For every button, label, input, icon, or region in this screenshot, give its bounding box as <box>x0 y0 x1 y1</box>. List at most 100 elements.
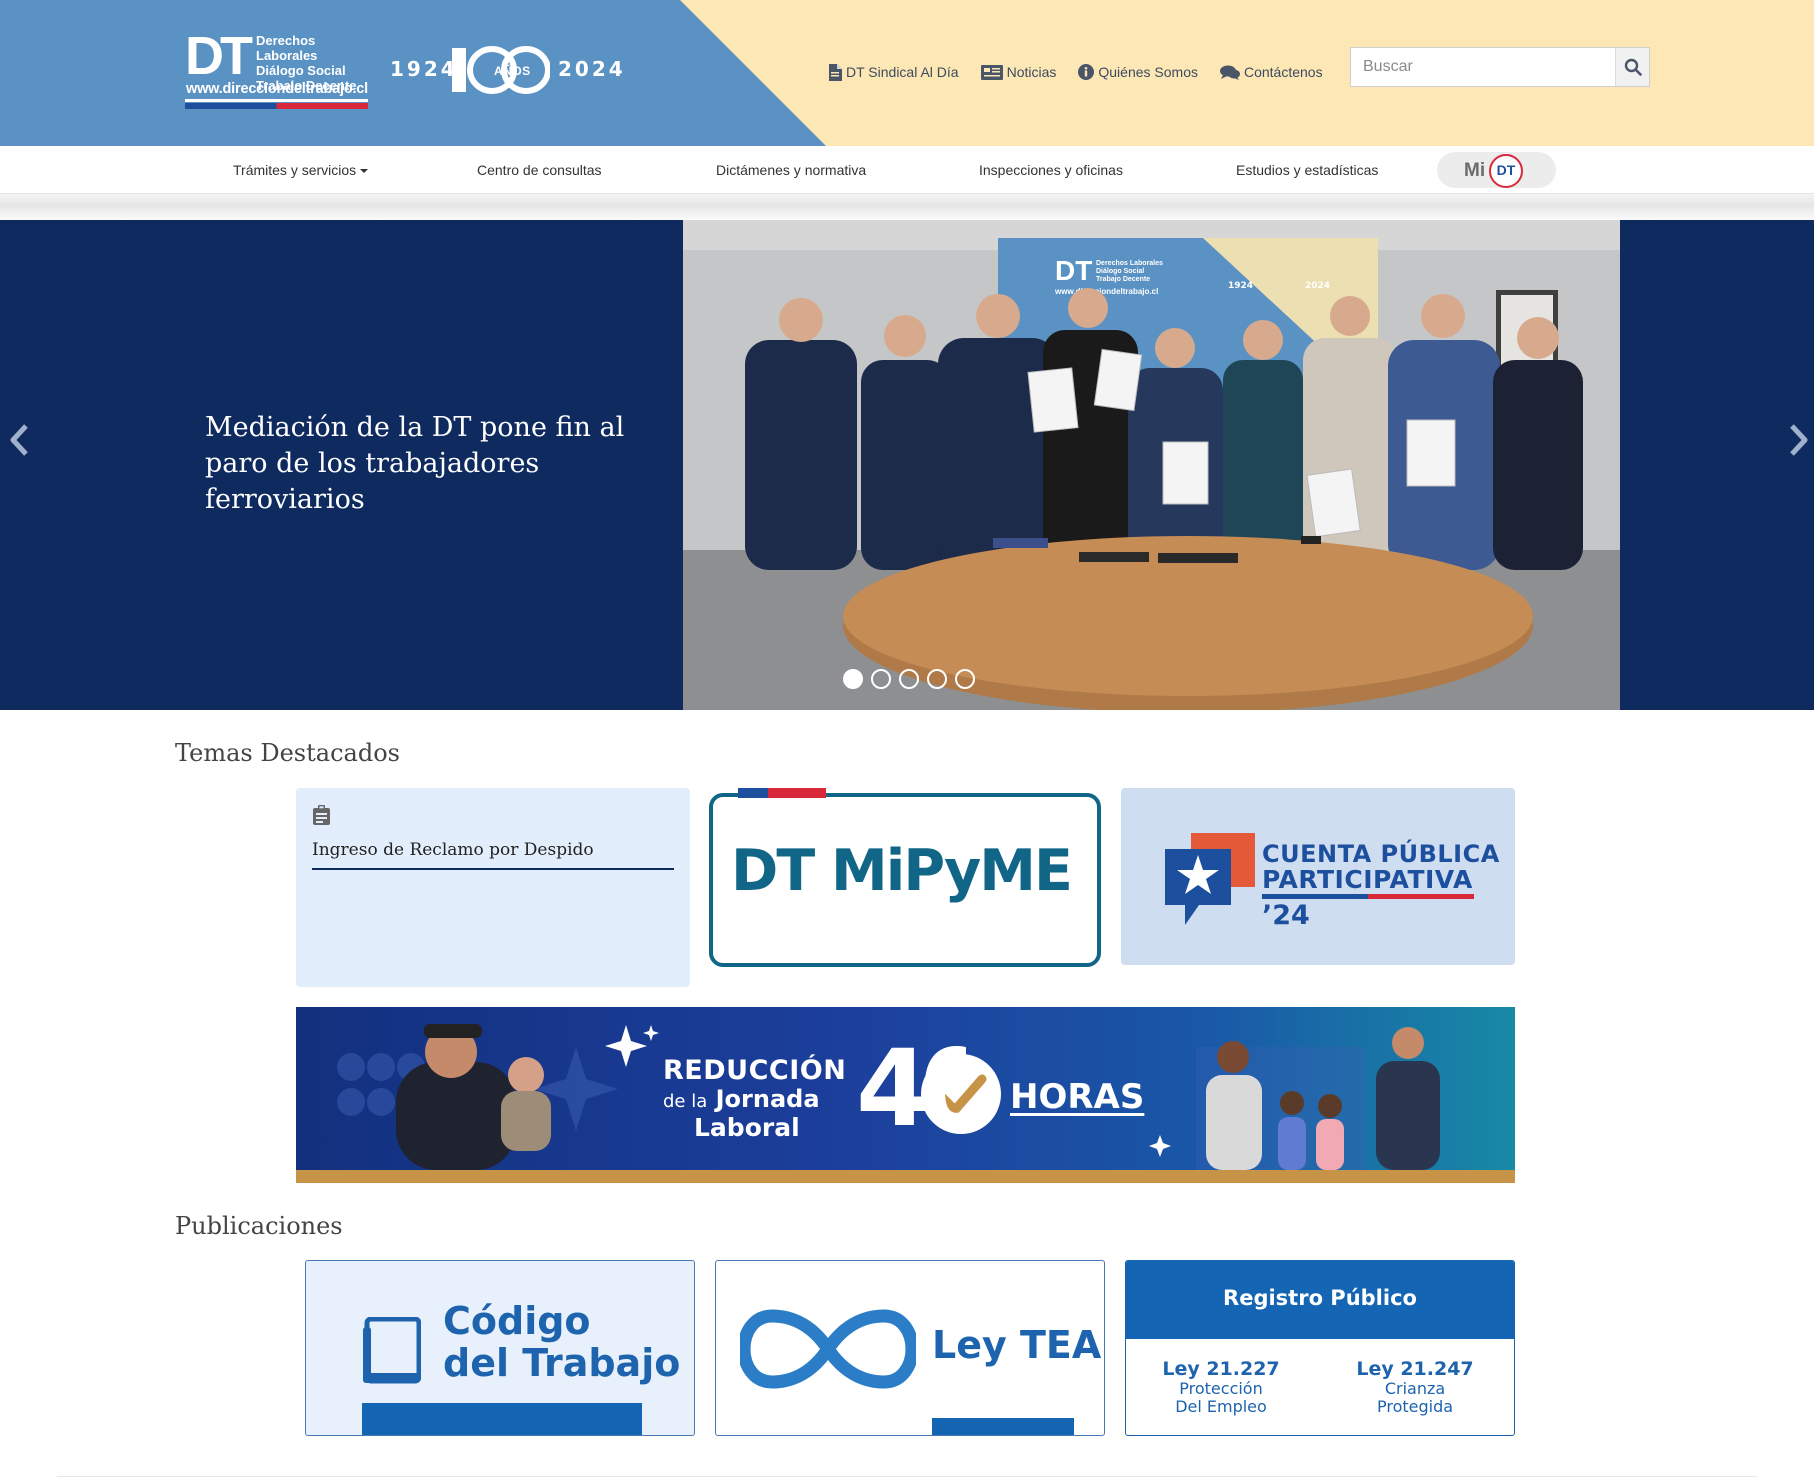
carousel-dot[interactable] <box>955 669 975 689</box>
banner-year-start: 1924 <box>1228 281 1253 291</box>
mipyme-flag-bar <box>738 788 826 798</box>
clipboard-icon <box>313 805 330 825</box>
h40-line1: REDUCCIÓN <box>663 1055 847 1086</box>
cuenta-line2: PARTICIPATIVA <box>1262 865 1473 894</box>
registro-law-number: Ley 21.247 <box>1356 1358 1474 1380</box>
nav-shadow <box>0 194 1814 220</box>
banner-url: www.direcciondeltrabajo.cl <box>1054 287 1158 296</box>
h40-number: 40 <box>856 1029 966 1173</box>
slide-photo[interactable]: DT Derechos Laborales Diálogo Social Tra… <box>683 220 1620 710</box>
card-reclamo-despido[interactable]: Ingreso de Reclamo por Despido <box>296 788 690 987</box>
cuenta-line1: CUENTA PÚBLICA <box>1262 840 1500 868</box>
search-icon <box>1624 58 1642 76</box>
banner-40-horas[interactable]: REDUCCIÓN de la Jornada Laboral 40 HORAS <box>296 1007 1515 1183</box>
link-dt-sindical-label: DT Sindical Al Día <box>846 64 959 80</box>
codigo-line1: Código <box>443 1299 591 1343</box>
book-icon <box>363 1317 421 1384</box>
cuenta-line3: ’24 <box>1262 900 1310 931</box>
carousel-prev-arrow-icon[interactable] <box>4 420 36 460</box>
site-header: DT Derechos Laborales Diálogo Social Tra… <box>0 0 1814 146</box>
tea-bar <box>932 1418 1074 1435</box>
document-icon <box>829 63 842 81</box>
logo-url: www.direcciondeltrabajo.cl <box>186 81 369 97</box>
codigo-line2: del Trabajo <box>443 1341 681 1385</box>
h40-line2-main: Jornada <box>715 1085 820 1113</box>
registro-title: Registro Público <box>1126 1261 1514 1339</box>
mi-dt-mi: Mi <box>1464 160 1486 181</box>
banner-mark: DT <box>1055 255 1092 286</box>
slide-title[interactable]: Mediación de la DT pone fin al paro de l… <box>205 410 635 518</box>
card-ley-tea[interactable]: Ley TEA <box>715 1260 1105 1436</box>
carousel-dot[interactable] <box>843 669 863 689</box>
card-dt-mipyme[interactable]: DT MiPyME <box>708 788 1102 968</box>
link-contactenos-label: Contáctenos <box>1243 64 1323 80</box>
logo-rule <box>185 99 368 102</box>
caret-down-icon <box>360 169 369 174</box>
anniversary-badge: 1924 AÑOS 2024 <box>390 44 623 96</box>
search-button[interactable] <box>1615 48 1649 86</box>
chat-icon <box>1219 65 1240 80</box>
banner-line: Derechos Laborales <box>1096 260 1163 267</box>
info-icon <box>1078 64 1095 80</box>
nav-tramites-servicios[interactable]: Trámites y servicios <box>233 146 369 194</box>
logo-flag-bar <box>185 103 368 109</box>
nav-estudios-estadisticas[interactable]: Estudios y estadísticas <box>1236 146 1378 194</box>
registro-law-desc: Protegida <box>1376 1397 1454 1416</box>
link-noticias[interactable]: Noticias <box>980 64 1056 80</box>
registro-law-item[interactable]: Ley 21.227 Protección Del Empleo <box>1126 1358 1316 1416</box>
h40-line2-small: de la <box>663 1091 708 1112</box>
nav-centro-consultas[interactable]: Centro de consultas <box>477 146 602 194</box>
anniversary-anos: AÑOS <box>494 64 531 78</box>
carousel-dot[interactable] <box>899 669 919 689</box>
mi-dt-button[interactable]: Mi DT <box>1437 152 1556 188</box>
h40-horas: HORAS <box>1010 1077 1145 1117</box>
reclamo-despido-label: Ingreso de Reclamo por Despido <box>312 840 674 870</box>
tea-text: Ley TEA <box>932 1323 1102 1367</box>
dt-logo[interactable]: DT Derechos Laborales Diálogo Social Tra… <box>185 26 370 110</box>
carousel-next-arrow-icon[interactable] <box>1782 420 1814 460</box>
temas-destacados-title: Temas Destacados <box>175 739 400 767</box>
link-quienes-somos-label: Quiénes Somos <box>1098 64 1198 80</box>
card-cuenta-publica[interactable]: CUENTA PÚBLICA PARTICIPATIVA ’24 <box>1121 788 1515 965</box>
news-carousel: Mediación de la DT pone fin al paro de l… <box>0 220 1814 710</box>
anniversary-year-end: 2024 <box>558 57 626 81</box>
carousel-dot[interactable] <box>871 669 891 689</box>
link-quienes-somos[interactable]: Quiénes Somos <box>1078 64 1198 80</box>
speech-bubble-star-icon <box>1165 833 1255 925</box>
link-contactenos[interactable]: Contáctenos <box>1219 64 1323 80</box>
h40-line2: de la Jornada <box>663 1085 820 1113</box>
card-registro-publico[interactable]: Registro Público Ley 21.227 Protección D… <box>1125 1260 1515 1436</box>
codigo-bar <box>362 1403 642 1435</box>
publicaciones-title: Publicaciones <box>175 1212 343 1240</box>
registro-law-number: Ley 21.227 <box>1162 1358 1280 1380</box>
newspaper-icon <box>980 64 1003 80</box>
footer-divider <box>57 1476 1757 1477</box>
registro-law-desc: Crianza <box>1384 1379 1446 1398</box>
top-links: DT Sindical Al Día Noticias Quiénes Somo… <box>828 60 1345 84</box>
mipyme-text: DT MiPyME <box>731 838 1073 904</box>
h40-line3: Laboral <box>694 1113 800 1142</box>
anniversary-year-start: 1924 <box>390 57 458 81</box>
logo-mark: DT <box>185 26 253 86</box>
search-input[interactable] <box>1351 48 1615 86</box>
banner-year-end: 2024 <box>1305 281 1330 291</box>
infinity-icon <box>740 1309 916 1389</box>
h40-bottom-bar <box>296 1170 1515 1183</box>
h40-number-text: 40 <box>856 1029 966 1149</box>
carousel-dot[interactable] <box>927 669 947 689</box>
nav-dictamenes-normativa[interactable]: Dictámenes y normativa <box>716 146 866 194</box>
carousel-indicators <box>843 669 983 689</box>
nav-tramites-servicios-label: Trámites y servicios <box>233 162 357 178</box>
banner-line: Trabajo Decente <box>1096 276 1150 283</box>
registro-law-item[interactable]: Ley 21.247 Crianza Protegida <box>1320 1358 1510 1416</box>
nav-inspecciones-oficinas[interactable]: Inspecciones y oficinas <box>979 146 1123 194</box>
card-codigo-trabajo[interactable]: Código del Trabajo <box>305 1260 695 1436</box>
main-navigation: Trámites y servicios Centro de consultas… <box>0 146 1814 194</box>
registro-law-desc: Protección <box>1179 1379 1263 1398</box>
banner-line: Diálogo Social <box>1096 268 1144 275</box>
mi-dt-badge: DT <box>1489 154 1523 188</box>
cuenta-flag-rule <box>1262 894 1474 899</box>
link-dt-sindical[interactable]: DT Sindical Al Día <box>828 63 959 81</box>
logo-tagline-line: Derechos Laborales <box>256 33 318 63</box>
mi-dt-dt: DT <box>1496 162 1516 178</box>
